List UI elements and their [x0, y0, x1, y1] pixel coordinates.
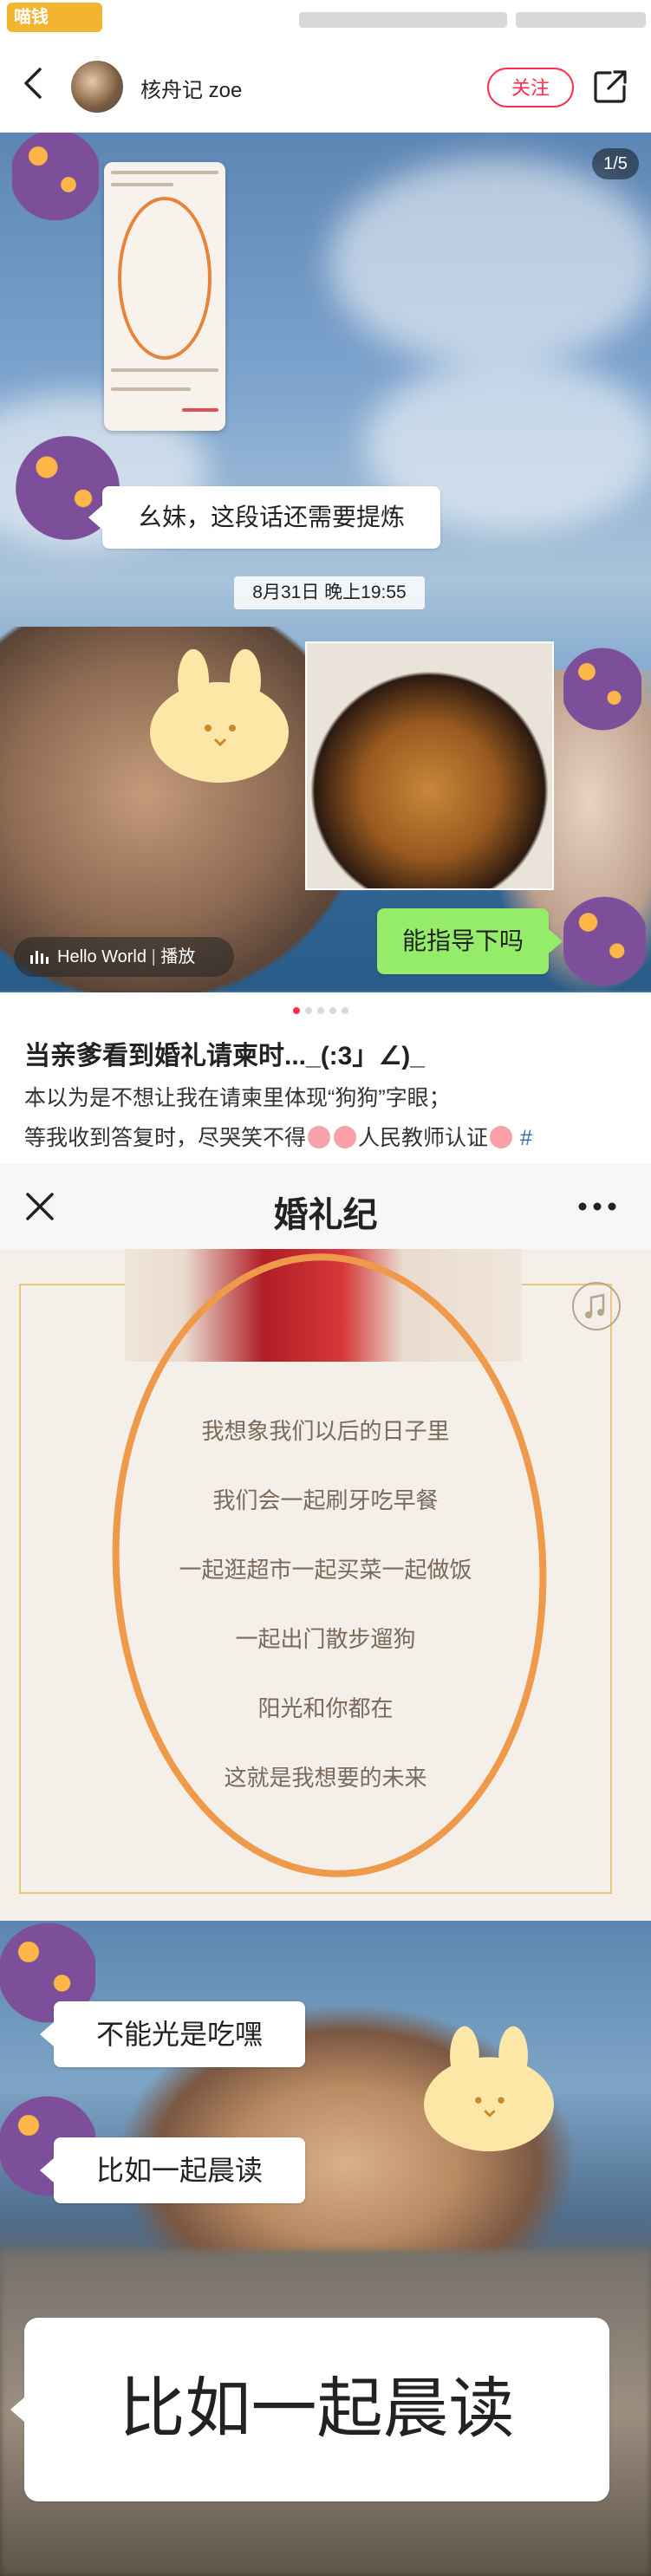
crying-face-icon — [308, 1126, 331, 1148]
wedding-card-header: 婚礼纪 — [0, 1164, 651, 1249]
post-text: 人民教师认证 — [358, 1126, 489, 1150]
page-counter: 1/5 — [592, 148, 639, 179]
wedding-card-title: 婚礼纪 — [273, 1196, 378, 1234]
chat-bubble-text: 比如一起晨读 — [95, 2155, 263, 2186]
purple-sticker — [12, 133, 99, 223]
follow-button[interactable]: 关注 — [487, 68, 574, 107]
large-caption-text: 比如一起晨读 — [119, 2372, 515, 2446]
status-info-blurred — [299, 12, 507, 28]
chat-bubble: 不能光是吃嘿 — [40, 2001, 305, 2067]
post-header: 核舟记 zoe 关注 — [0, 35, 651, 133]
bunny-face-sticker — [424, 2026, 554, 2152]
carousel-dot[interactable] — [329, 1007, 336, 1014]
audio-play-label[interactable]: 播放 — [160, 947, 195, 966]
media-carousel[interactable]: 1/5 幺妹，这段话还需要提炼 8月31日 晚上19:55 能指导下吗 Hell… — [0, 133, 651, 992]
poem-line: 阳光和你都在 — [257, 1695, 394, 1721]
sound-wave-icon — [30, 951, 49, 964]
status-bar: 喵钱 — [0, 0, 651, 35]
chat-bubble-text: 能指导下吗 — [401, 927, 524, 954]
carousel-dot[interactable] — [293, 1007, 300, 1014]
post-title: 当亲爹看到婚礼请柬时..._(:3」∠)_ — [24, 1042, 425, 1070]
chat-bubble: 幺妹，这段话还需要提炼 — [88, 486, 440, 549]
post-text-line: 等我收到答复时，尽哭笑不得 人民教师认证 # — [24, 1121, 532, 1152]
chat-timestamp: 8月31日 晚上19:55 — [234, 576, 425, 609]
poem-line: 一起出门散步遛狗 — [235, 1626, 416, 1652]
chat-bubble-sent: 能指导下吗 — [377, 908, 563, 974]
audio-chip[interactable]: Hello World | 播放 — [14, 937, 234, 977]
carousel-dot[interactable] — [305, 1007, 312, 1014]
carousel-dots — [293, 1005, 362, 1017]
post-text-line: 本以为是不想让我在请柬里体现“狗狗”字眼； — [24, 1086, 451, 1110]
crying-face-icon — [334, 1126, 357, 1148]
app-logo: 喵钱 — [7, 3, 102, 32]
phone-screenshot-thumbnail — [104, 162, 225, 431]
purple-sticker — [563, 646, 641, 732]
cloud — [329, 159, 651, 367]
back-arrow-icon[interactable] — [19, 64, 50, 102]
poem-line: 这就是我想要的未来 — [224, 1765, 427, 1791]
carousel-dot[interactable] — [342, 1007, 348, 1014]
audio-title: Hello World — [57, 947, 146, 966]
author-avatar[interactable] — [71, 61, 123, 113]
author-name[interactable]: 核舟记 zoe — [140, 73, 242, 103]
audio-separator: | — [151, 947, 161, 966]
pig-face-icon — [490, 1126, 513, 1148]
chat-bubble-text: 幺妹，这段话还需要提炼 — [137, 504, 405, 530]
share-icon[interactable] — [591, 68, 629, 106]
poem-line: 一起逛超市一起买菜一起做饭 — [179, 1557, 472, 1583]
purple-sticker — [563, 894, 646, 989]
hashtag-link[interactable]: # — [520, 1126, 532, 1150]
chat-bubble: 比如一起晨读 — [40, 2137, 305, 2203]
carousel-dot[interactable] — [317, 1007, 324, 1014]
bunny-face-sticker — [150, 649, 289, 783]
poem-line: 我们会一起刷牙吃早餐 — [212, 1487, 439, 1513]
music-note-icon[interactable] — [572, 1282, 621, 1330]
dog-photo — [305, 641, 554, 890]
large-chat-bubble: 比如一起晨读 — [10, 2318, 609, 2501]
chat-bubble-text: 不能光是吃嘿 — [95, 2019, 263, 2050]
wedding-card-body: 我想象我们以后的日子里 我们会一起刷牙吃早餐一起逛超市一起买菜一起做饭 一起出门散步… — [0, 1249, 651, 1921]
post-text: 等我收到答复时，尽哭笑不得 — [24, 1126, 307, 1150]
poem-line: 我想象我们以后的日子里 — [201, 1418, 450, 1444]
status-battery-blurred — [516, 12, 646, 28]
photo-with-captions: 不能光是吃嘿 比如一起晨读 比如一起晨读 — [0, 1921, 651, 2576]
more-options-icon[interactable] — [576, 1195, 619, 1218]
